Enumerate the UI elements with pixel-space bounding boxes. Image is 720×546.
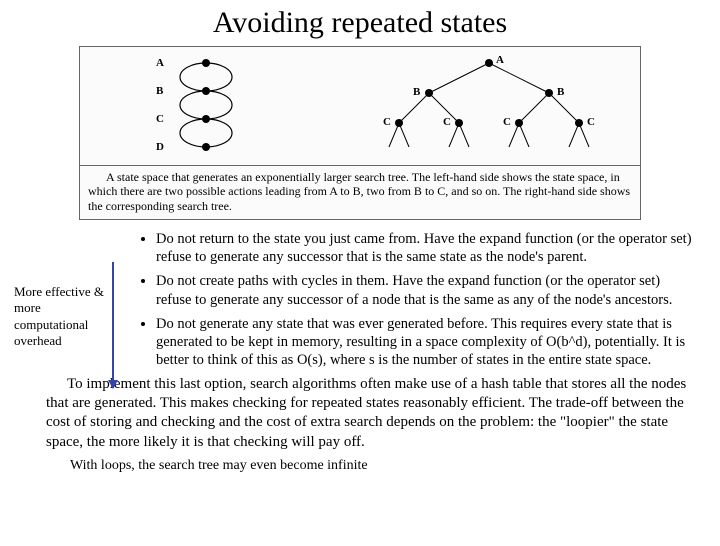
footnote: With loops, the search tree may even bec… [70,458,720,474]
tree-label-C4: C [587,116,595,128]
list-item: Do not generate any state that was ever … [156,315,694,369]
list-item: Do not create paths with cycles in them.… [156,272,694,308]
label-C: C [156,113,164,125]
tree-label-A: A [496,54,504,66]
tree-label-C1: C [383,116,391,128]
tree-label-B1: B [413,86,421,98]
tree-label-C2: C [443,116,451,128]
label-D: D [156,141,164,153]
state-space-graph: A B C D [80,47,338,165]
figure-caption: A state space that generates an exponent… [80,166,640,219]
figure-box: A B C D A B B [79,46,641,220]
explanation-paragraph: To implement this last option, search al… [46,375,694,452]
side-note: More effective & more computational over… [14,284,118,349]
tree-label-C3: C [503,116,511,128]
page-title: Avoiding repeated states [0,6,720,40]
label-A: A [156,57,164,69]
tree-label-B2: B [557,86,565,98]
search-tree-graph: A B B C C C C [338,47,640,165]
label-B: B [156,85,164,97]
list-item: Do not return to the state you just came… [156,230,694,266]
strategies-list: Do not return to the state you just came… [140,230,694,369]
